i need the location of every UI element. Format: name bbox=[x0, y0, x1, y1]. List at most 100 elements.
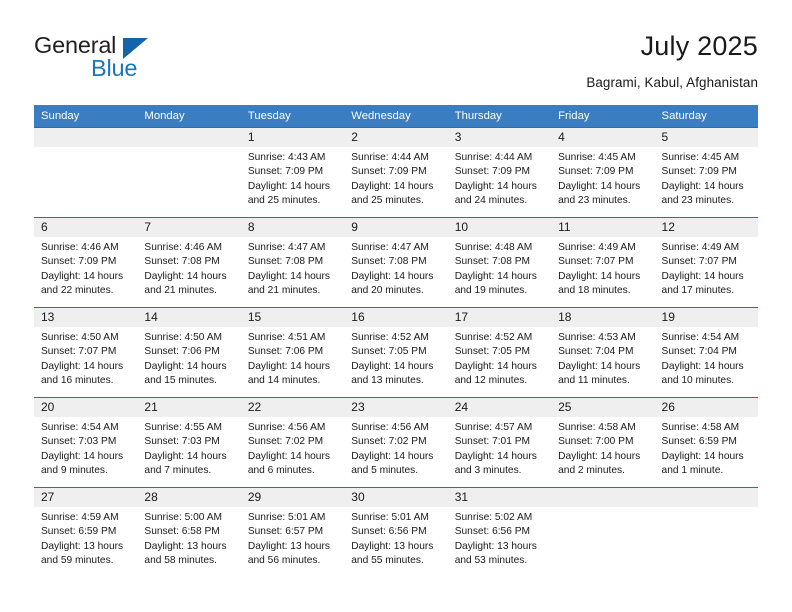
sunset-text: Sunset: 7:04 PM bbox=[558, 346, 634, 358]
sunset-text: Sunset: 7:08 PM bbox=[247, 256, 324, 268]
day-number bbox=[34, 128, 138, 147]
day-details: Sunrise: 5:00 AM Sunset: 6:58 PM Daylight:… bbox=[137, 507, 240, 569]
calendar-day-cell[interactable]: 20 Sunrise: 4:54 AM Sunset: 7:03 PM Dayligh… bbox=[34, 397, 138, 487]
calendar-day-cell[interactable]: 26 Sunrise: 4:58 AM Sunset: 6:59 PM Dayligh… bbox=[654, 397, 758, 487]
day-details bbox=[34, 147, 137, 151]
sunrise-text: Sunrise: 5:02 AM bbox=[454, 512, 533, 523]
daylight-text-line2: and 7 minutes. bbox=[144, 465, 212, 477]
daylight-text-line2: and 21 minutes. bbox=[144, 285, 217, 297]
daylight-text-line1: Daylight: 14 hours bbox=[454, 180, 537, 192]
calendar-day-cell[interactable]: 14 Sunrise: 4:50 AM Sunset: 7:06 PM Dayligh… bbox=[137, 307, 241, 397]
sunset-text: Sunset: 7:03 PM bbox=[144, 436, 220, 448]
sunset-text: Sunset: 7:06 PM bbox=[247, 346, 324, 358]
daylight-text-line1: Daylight: 14 hours bbox=[41, 450, 124, 462]
calendar-day-cell[interactable]: 28 Sunrise: 5:00 AM Sunset: 6:58 PM Dayligh… bbox=[137, 487, 241, 577]
day-number: 31 bbox=[447, 488, 552, 507]
daylight-text-line2: and 59 minutes. bbox=[41, 555, 114, 567]
sunset-text: Sunset: 7:09 PM bbox=[454, 166, 531, 178]
daylight-text-line1: Daylight: 14 hours bbox=[351, 180, 434, 192]
calendar-day-cell[interactable] bbox=[654, 487, 758, 577]
day-number: 25 bbox=[551, 398, 655, 417]
weekday-header-thursday: Thursday bbox=[447, 105, 552, 127]
calendar-day-cell[interactable]: 19 Sunrise: 4:54 AM Sunset: 7:04 PM Dayligh… bbox=[654, 307, 758, 397]
sunset-text: Sunset: 7:09 PM bbox=[351, 166, 427, 178]
calendar-day-cell[interactable]: 22 Sunrise: 4:56 AM Sunset: 7:02 PM Dayligh… bbox=[240, 397, 345, 487]
sunset-text: Sunset: 7:02 PM bbox=[247, 436, 324, 448]
daylight-text-line1: Daylight: 14 hours bbox=[144, 270, 227, 282]
day-number: 6 bbox=[34, 218, 138, 237]
calendar-day-cell[interactable]: 30 Sunrise: 5:01 AM Sunset: 6:56 PM Dayligh… bbox=[344, 487, 448, 577]
calendar-day-cell[interactable]: 15 Sunrise: 4:51 AM Sunset: 7:06 PM Dayligh… bbox=[240, 307, 345, 397]
calendar-day-cell[interactable]: 18 Sunrise: 4:53 AM Sunset: 7:04 PM Dayligh… bbox=[551, 307, 655, 397]
calendar-day-cell[interactable]: 9 Sunrise: 4:47 AM Sunset: 7:08 PM Daylight… bbox=[344, 217, 448, 307]
calendar-day-cell[interactable]: 17 Sunrise: 4:52 AM Sunset: 7:05 PM Dayligh… bbox=[447, 307, 552, 397]
day-number bbox=[137, 128, 241, 147]
weekday-header-sunday: Sunday bbox=[34, 105, 138, 127]
calendar-day-cell[interactable]: 4 Sunrise: 4:45 AM Sunset: 7:09 PM Daylight… bbox=[551, 127, 655, 217]
sunrise-text: Sunrise: 4:53 AM bbox=[558, 332, 636, 343]
daylight-text-line1: Daylight: 14 hours bbox=[661, 450, 744, 462]
calendar-day-cell[interactable]: 2 Sunrise: 4:44 AM Sunset: 7:09 PM Daylight… bbox=[344, 127, 448, 217]
sunrise-text: Sunrise: 4:46 AM bbox=[41, 242, 119, 253]
daylight-text-line2: and 10 minutes. bbox=[661, 375, 735, 387]
calendar-week-row: 13 Sunrise: 4:50 AM Sunset: 7:07 PM Dayligh… bbox=[34, 307, 758, 397]
day-number: 21 bbox=[137, 398, 241, 417]
day-details: Sunrise: 4:47 AM Sunset: 7:08 PM Daylight:… bbox=[344, 237, 447, 299]
calendar-day-cell[interactable]: 6 Sunrise: 4:46 AM Sunset: 7:09 PM Daylight… bbox=[34, 217, 138, 307]
calendar-day-cell[interactable]: 16 Sunrise: 4:52 AM Sunset: 7:05 PM Dayligh… bbox=[344, 307, 448, 397]
daylight-text-line1: Daylight: 14 hours bbox=[558, 180, 641, 192]
day-number: 8 bbox=[240, 218, 345, 237]
calendar-day-cell[interactable]: 13 Sunrise: 4:50 AM Sunset: 7:07 PM Dayligh… bbox=[34, 307, 138, 397]
daylight-text-line2: and 16 minutes. bbox=[41, 375, 114, 387]
day-number: 12 bbox=[654, 218, 758, 237]
calendar-day-cell[interactable]: 1 Sunrise: 4:43 AM Sunset: 7:09 PM Daylight… bbox=[240, 127, 345, 217]
day-number: 27 bbox=[34, 488, 138, 507]
daylight-text-line2: and 6 minutes. bbox=[247, 465, 315, 477]
general-blue-logo[interactable]: General Blue bbox=[34, 33, 194, 86]
daylight-text-line2: and 56 minutes. bbox=[247, 555, 321, 567]
calendar-day-cell[interactable]: 5 Sunrise: 4:45 AM Sunset: 7:09 PM Daylight… bbox=[654, 127, 758, 217]
logo-text-blue: Blue bbox=[91, 55, 138, 81]
calendar-day-cell[interactable]: 21 Sunrise: 4:55 AM Sunset: 7:03 PM Dayligh… bbox=[137, 397, 241, 487]
sunrise-text: Sunrise: 4:48 AM bbox=[454, 242, 533, 253]
calendar-day-cell[interactable]: 24 Sunrise: 4:57 AM Sunset: 7:01 PM Dayligh… bbox=[447, 397, 552, 487]
sunrise-text: Sunrise: 4:57 AM bbox=[454, 422, 533, 433]
day-number: 16 bbox=[344, 308, 448, 327]
calendar-day-cell[interactable] bbox=[551, 487, 655, 577]
calendar-day-cell[interactable]: 25 Sunrise: 4:58 AM Sunset: 7:00 PM Dayligh… bbox=[551, 397, 655, 487]
day-number: 4 bbox=[551, 128, 655, 147]
calendar-day-cell[interactable]: 23 Sunrise: 4:56 AM Sunset: 7:02 PM Dayligh… bbox=[344, 397, 448, 487]
day-number: 29 bbox=[240, 488, 345, 507]
page-title: July 2025 bbox=[640, 31, 758, 61]
calendar-day-cell[interactable]: 3 Sunrise: 4:44 AM Sunset: 7:09 PM Daylight… bbox=[447, 127, 552, 217]
calendar-day-cell[interactable]: 7 Sunrise: 4:46 AM Sunset: 7:08 PM Daylight… bbox=[137, 217, 241, 307]
daylight-text-line1: Daylight: 14 hours bbox=[558, 450, 641, 462]
daylight-text-line2: and 15 minutes. bbox=[144, 375, 217, 387]
calendar-day-cell[interactable]: 27 Sunrise: 4:59 AM Sunset: 6:59 PM Dayligh… bbox=[34, 487, 138, 577]
sunrise-text: Sunrise: 4:46 AM bbox=[144, 242, 223, 253]
sunrise-text: Sunrise: 4:43 AM bbox=[247, 152, 326, 163]
day-number: 1 bbox=[240, 128, 345, 147]
day-details: Sunrise: 4:52 AM Sunset: 7:05 PM Daylight:… bbox=[448, 327, 551, 389]
daylight-text-line1: Daylight: 14 hours bbox=[351, 360, 434, 372]
calendar-day-cell[interactable] bbox=[137, 127, 241, 217]
day-number: 19 bbox=[654, 308, 758, 327]
calendar-day-cell[interactable]: 10 Sunrise: 4:48 AM Sunset: 7:08 PM Dayligh… bbox=[447, 217, 552, 307]
sunrise-text: Sunrise: 4:50 AM bbox=[144, 332, 223, 343]
sunrise-text: Sunrise: 4:59 AM bbox=[41, 512, 119, 523]
calendar-day-cell[interactable]: 31 Sunrise: 5:02 AM Sunset: 6:56 PM Dayligh… bbox=[447, 487, 552, 577]
sunrise-text: Sunrise: 4:52 AM bbox=[351, 332, 429, 343]
sunset-text: Sunset: 7:08 PM bbox=[351, 256, 427, 268]
calendar-day-cell[interactable]: 11 Sunrise: 4:49 AM Sunset: 7:07 PM Dayligh… bbox=[551, 217, 655, 307]
calendar-day-cell[interactable]: 8 Sunrise: 4:47 AM Sunset: 7:08 PM Daylight… bbox=[240, 217, 345, 307]
daylight-text-line1: Daylight: 14 hours bbox=[41, 360, 124, 372]
calendar-day-cell[interactable]: 29 Sunrise: 5:01 AM Sunset: 6:57 PM Dayligh… bbox=[240, 487, 345, 577]
calendar-day-cell[interactable]: 12 Sunrise: 4:49 AM Sunset: 7:07 PM Dayligh… bbox=[654, 217, 758, 307]
sunrise-text: Sunrise: 4:49 AM bbox=[661, 242, 740, 253]
day-details: Sunrise: 4:57 AM Sunset: 7:01 PM Daylight:… bbox=[448, 417, 551, 479]
daylight-text-line1: Daylight: 13 hours bbox=[41, 540, 124, 552]
day-details: Sunrise: 4:51 AM Sunset: 7:06 PM Daylight:… bbox=[241, 327, 344, 389]
day-details: Sunrise: 4:58 AM Sunset: 7:00 PM Daylight:… bbox=[551, 417, 654, 479]
sunset-text: Sunset: 6:58 PM bbox=[144, 526, 220, 538]
calendar-day-cell[interactable] bbox=[34, 127, 138, 217]
